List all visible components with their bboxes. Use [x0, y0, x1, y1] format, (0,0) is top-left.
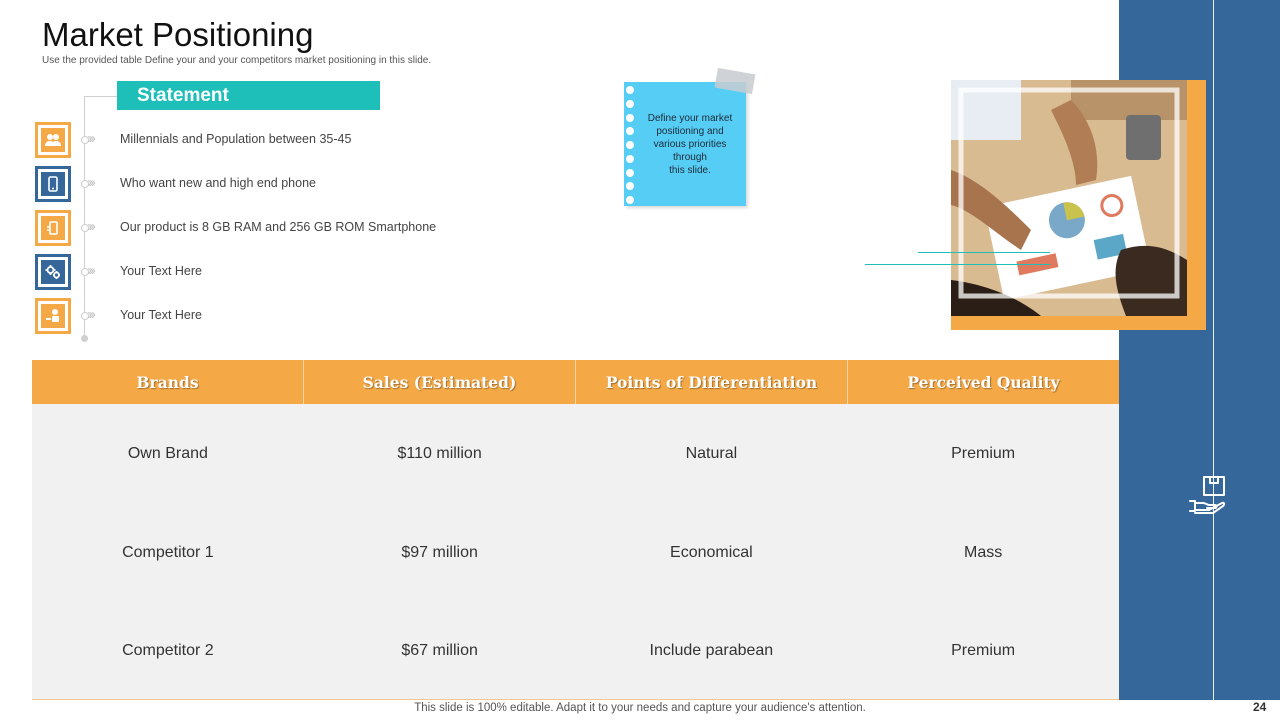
statement-item: ››› Your Text Here [35, 298, 535, 334]
table-cell: Premium [951, 445, 1016, 462]
table-row: Competitor 1 $97 million Economical Mass [32, 533, 1119, 573]
statement-item: ››› Your Text Here [35, 254, 535, 290]
table-cell: $97 million [401, 544, 478, 561]
table-cell: $67 million [401, 642, 478, 659]
phone-icon [35, 166, 71, 202]
table-cell: Include parabean [649, 642, 774, 659]
column-header: Sales (Estimated) [304, 360, 576, 404]
table-cell: Own Brand [127, 445, 208, 462]
slide-title: Market Positioning [42, 16, 314, 53]
table-row: Competitor 2 $67 million Include parabea… [32, 631, 1119, 671]
chevron-right-icon: ››› [87, 306, 96, 323]
statement-text: Your Text Here [120, 308, 202, 322]
right-divider-line [1213, 0, 1214, 720]
statement-text: Your Text Here [120, 264, 202, 278]
statement-header: Statement [117, 81, 380, 110]
table-row: Own Brand $110 million Natural Premium [32, 434, 1119, 474]
chevron-right-icon: ››› [87, 174, 96, 191]
statement-timeline-connector [84, 96, 117, 97]
table-header: Brands Sales (Estimated) Points of Diffe… [32, 360, 1119, 404]
page-number: 24 [1253, 700, 1267, 714]
table-cell: Economical [670, 544, 753, 561]
column-header: Brands [32, 360, 304, 404]
hand-holding-box-icon [1189, 476, 1226, 514]
callout-line [918, 252, 1050, 253]
statement-item: ››› Who want new and high end phone [35, 166, 535, 202]
chevron-right-icon: ››› [87, 262, 96, 279]
users-icon [35, 122, 71, 158]
table-cell: Competitor 1 [122, 544, 214, 561]
column-header: Perceived Quality [907, 372, 1060, 392]
chevron-right-icon: ››› [87, 130, 96, 147]
gears-icon [35, 254, 71, 290]
sticky-note: Define your market positioning and vario… [624, 82, 746, 206]
table-cell: Competitor 2 [122, 642, 214, 659]
statement-text: Our product is 8 GB RAM and 256 GB ROM S… [120, 220, 437, 234]
money-hand-icon [35, 298, 71, 334]
table-cell: Mass [964, 544, 1003, 561]
statement-item: ››› Millennials and Population between 3… [35, 122, 535, 158]
sticky-note-binding [626, 86, 636, 204]
slide-footer: This slide is 100% editable. Adapt it to… [414, 702, 866, 714]
sticky-note-text: Define your market positioning and vario… [647, 113, 733, 176]
statement-text: Millennials and Population between 35-45 [120, 132, 352, 146]
statement-text: Who want new and high end phone [120, 176, 316, 190]
table-cell: Natural [685, 445, 738, 462]
chevron-right-icon: ››› [87, 218, 96, 235]
column-header: Points of Differentiation [576, 360, 848, 404]
callout-line [865, 264, 1050, 265]
statement-item: ››› Our product is 8 GB RAM and 256 GB R… [35, 210, 535, 246]
table-cell: Premium [951, 642, 1016, 659]
market-positioning-table: Brands Sales (Estimated) Points of Diffe… [32, 360, 1119, 700]
table-cell: $110 million [397, 445, 482, 462]
meeting-photo [951, 80, 1187, 316]
smartphone-icon [35, 210, 71, 246]
timeline-end-dot [81, 335, 88, 342]
slide-subtitle: Use the provided table Define your and y… [42, 55, 432, 66]
